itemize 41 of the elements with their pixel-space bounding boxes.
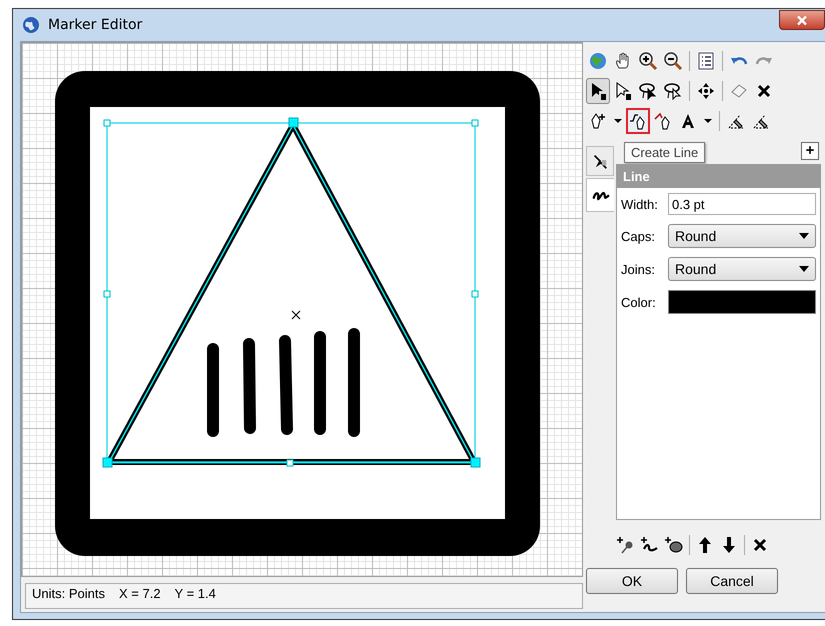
caret-icon	[704, 119, 712, 123]
field-label: Joins:	[621, 262, 656, 276]
close-icon	[796, 14, 808, 26]
panel-header: Line	[617, 165, 820, 188]
center-mark-icon	[292, 310, 300, 320]
field-label: Color:	[621, 294, 657, 310]
window-title: Marker Editor	[48, 17, 144, 33]
redo-icon	[755, 56, 773, 66]
add-shape-icon	[664, 535, 684, 555]
close-button[interactable]	[779, 10, 825, 30]
x-coordinate: X = 7.2	[118, 586, 161, 601]
dropdown[interactable]: Round	[668, 224, 816, 248]
units-label: Units: Points	[32, 586, 105, 601]
dropdown[interactable]: Round	[668, 257, 816, 281]
caret-icon	[799, 266, 809, 272]
drawing-canvas[interactable]	[21, 42, 583, 577]
dialog-button[interactable]: Cancel	[686, 568, 778, 594]
zoom-out-icon	[663, 51, 683, 71]
undo-icon	[730, 56, 748, 66]
field-label: Caps:	[621, 228, 656, 244]
width-input[interactable]: 0.3 pt	[668, 193, 816, 215]
selection-frame[interactable]	[102, 118, 480, 468]
caret-icon	[614, 119, 622, 123]
globe-icon	[22, 16, 40, 34]
lasso-icon	[663, 81, 683, 101]
field-label: Width:	[621, 196, 659, 212]
lasso-icon	[638, 81, 658, 101]
side-tab[interactable]	[586, 178, 614, 212]
caret-icon	[799, 233, 809, 239]
tooltip: Create Line	[624, 142, 706, 163]
color-swatch[interactable]	[668, 290, 816, 314]
tool-button[interactable]	[586, 78, 610, 104]
list-icon	[696, 51, 716, 71]
zoom-in-icon	[638, 51, 658, 71]
y-coordinate: Y = 1.4	[174, 586, 216, 601]
globe-icon	[588, 51, 608, 71]
add-button[interactable]: +	[801, 142, 819, 160]
side-tab[interactable]	[586, 146, 614, 176]
move-arrows-icon	[696, 81, 716, 101]
tool-button[interactable]	[626, 108, 650, 134]
dialog-button[interactable]: OK	[586, 568, 678, 594]
